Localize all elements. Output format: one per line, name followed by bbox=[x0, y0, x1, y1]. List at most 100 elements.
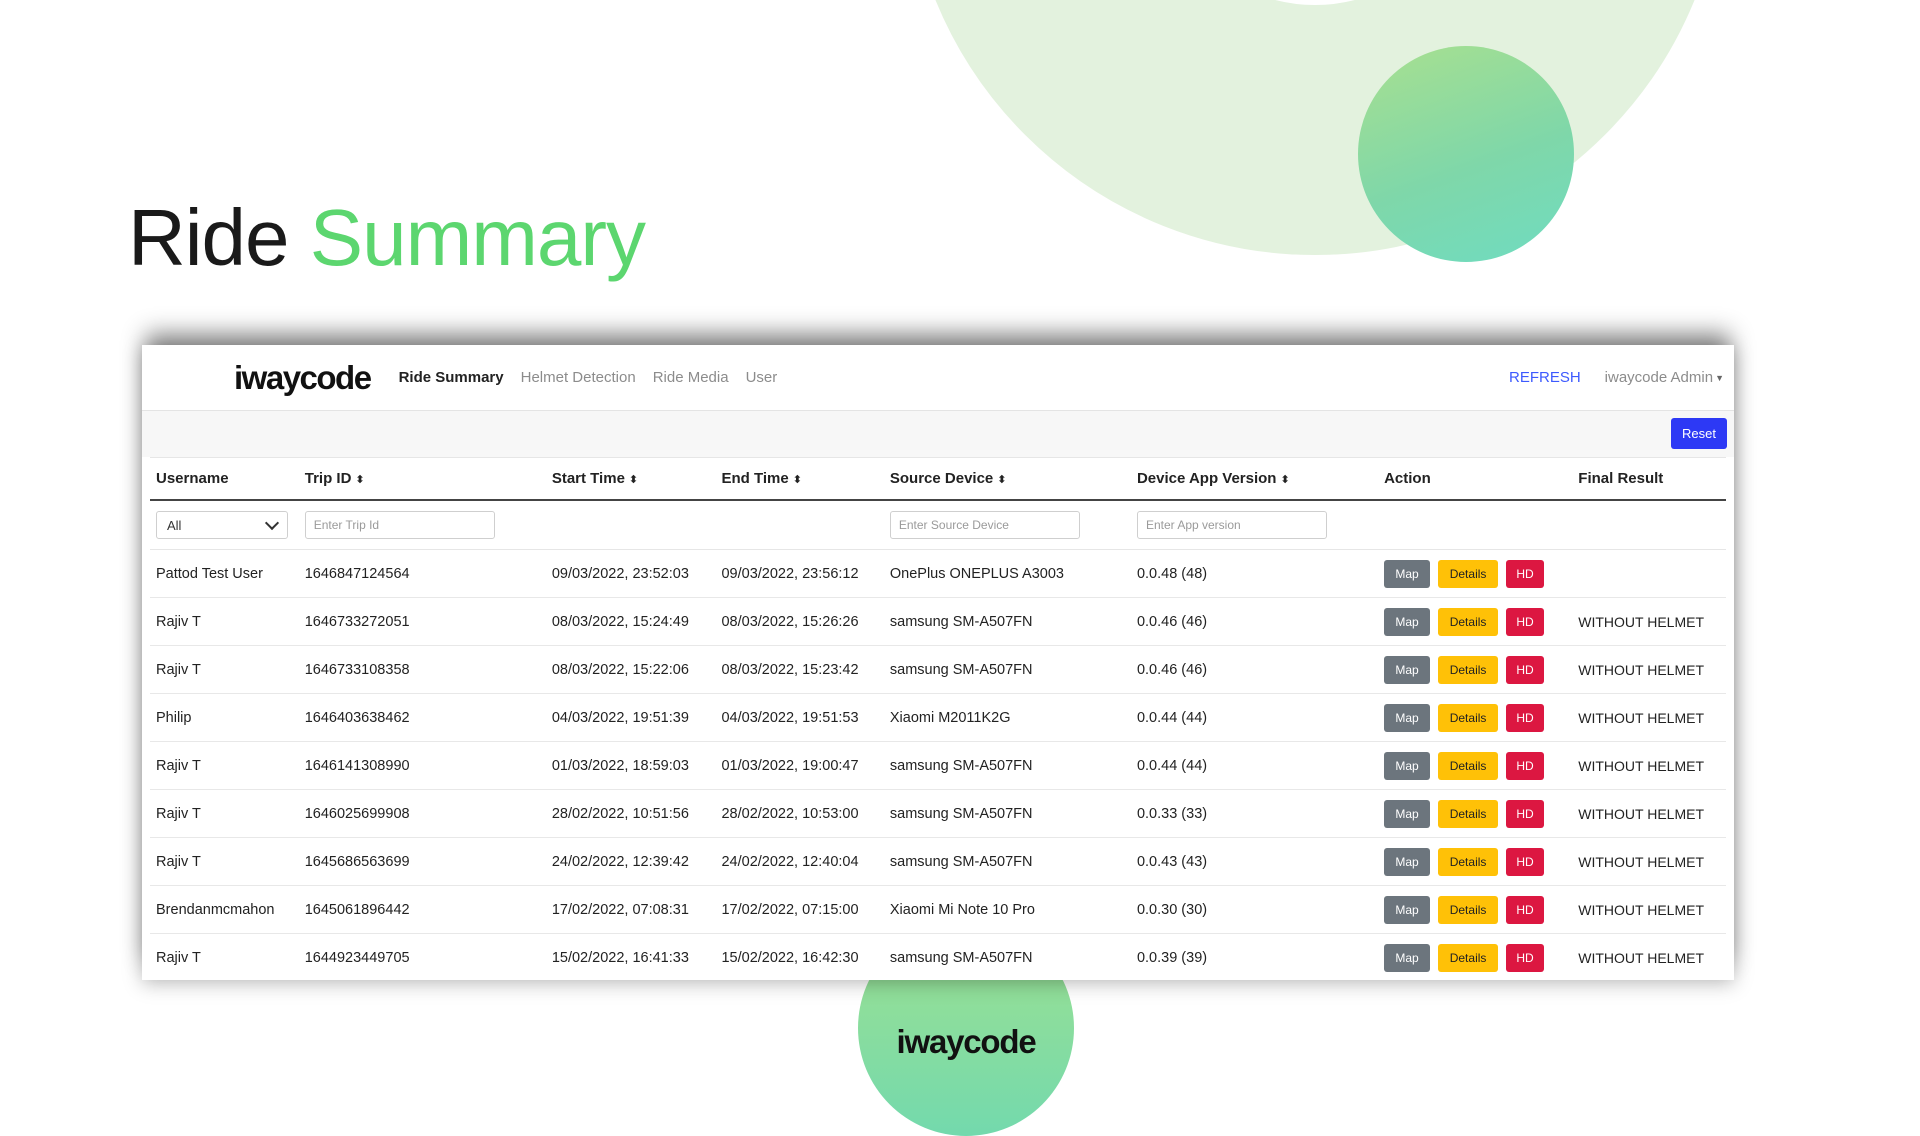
nav-helmet-detection[interactable]: Helmet Detection bbox=[521, 369, 636, 386]
hd-button[interactable]: HD bbox=[1506, 655, 1545, 684]
details-button[interactable]: Details bbox=[1438, 895, 1499, 924]
ride-summary-table: Username Trip ID ⬍ Start Time ⬍ End Time ⬍ … bbox=[150, 457, 1726, 980]
table-container: Username Trip ID ⬍ Start Time ⬍ End Time ⬍ … bbox=[150, 457, 1726, 980]
cell-trip-id: 1646847124564 bbox=[298, 549, 546, 598]
table-row: Rajiv T 1646733108358 08/03/2022, 15:22:06… bbox=[150, 645, 1726, 694]
cell-username: Rajiv T bbox=[150, 597, 299, 646]
map-button[interactable]: Map bbox=[1384, 943, 1431, 972]
details-button[interactable]: Details bbox=[1438, 607, 1499, 636]
nav-ride-summary[interactable]: Ride Summary bbox=[399, 369, 504, 386]
cell-trip-id: 1644923449705 bbox=[298, 933, 546, 980]
map-button[interactable]: Map bbox=[1384, 607, 1431, 636]
sort-icon[interactable]: ⬍ bbox=[355, 474, 364, 486]
user-menu[interactable]: iwaycode Admin ▼ bbox=[1605, 369, 1724, 386]
map-button[interactable]: Map bbox=[1384, 655, 1431, 684]
reset-button[interactable]: Reset bbox=[1671, 418, 1727, 449]
sort-icon[interactable]: ⬍ bbox=[629, 474, 638, 486]
table-row: Rajiv T 1646141308990 01/03/2022, 18:59:03… bbox=[150, 741, 1726, 790]
sort-icon[interactable]: ⬍ bbox=[997, 474, 1006, 486]
cell-app-version: 0.0.30 (30) bbox=[1130, 885, 1379, 934]
cell-final-result: WITHOUT HELMET bbox=[1572, 693, 1726, 742]
cell-actions: Map Details HD bbox=[1378, 885, 1573, 934]
hd-button[interactable]: HD bbox=[1506, 943, 1545, 972]
map-button[interactable]: Map bbox=[1384, 751, 1431, 780]
cell-app-version: 0.0.46 (46) bbox=[1130, 645, 1379, 694]
details-button[interactable]: Details bbox=[1438, 703, 1499, 732]
navbar: iwaycode Ride Summary Helmet Detection R… bbox=[142, 345, 1734, 411]
cell-end-time: 28/02/2022, 10:53:00 bbox=[715, 789, 884, 838]
details-button[interactable]: Details bbox=[1438, 751, 1499, 780]
table-row: Rajiv T 1646733272051 08/03/2022, 15:24:49… bbox=[150, 597, 1726, 646]
header-trip-id[interactable]: Trip ID ⬍ bbox=[298, 457, 546, 501]
nav-user[interactable]: User bbox=[746, 369, 778, 386]
cell-app-version: 0.0.33 (33) bbox=[1130, 789, 1379, 838]
cell-trip-id: 1646733272051 bbox=[298, 597, 546, 646]
table-row: Philip 1646403638462 04/03/2022, 19:51:39 0… bbox=[150, 693, 1726, 742]
details-button[interactable]: Details bbox=[1438, 943, 1499, 972]
cell-final-result: WITHOUT HELMET bbox=[1572, 741, 1726, 790]
caret-down-icon: ▼ bbox=[1715, 372, 1724, 383]
cell-username: Rajiv T bbox=[150, 645, 299, 694]
cell-app-version: 0.0.48 (48) bbox=[1130, 549, 1379, 598]
nav-ride-media[interactable]: Ride Media bbox=[653, 369, 729, 386]
map-button[interactable]: Map bbox=[1384, 895, 1431, 924]
details-button[interactable]: Details bbox=[1438, 559, 1499, 588]
cell-app-version: 0.0.44 (44) bbox=[1130, 741, 1379, 790]
details-button[interactable]: Details bbox=[1438, 847, 1499, 876]
sort-icon[interactable]: ⬍ bbox=[793, 474, 802, 486]
page-title-primary: Ride bbox=[128, 193, 290, 282]
header-source-device[interactable]: Source Device ⬍ bbox=[883, 457, 1131, 501]
hd-button[interactable]: HD bbox=[1506, 559, 1545, 588]
cell-source-device: samsung SM-A507FN bbox=[883, 837, 1131, 886]
hd-button[interactable]: HD bbox=[1506, 607, 1545, 636]
cell-trip-id: 1646403638462 bbox=[298, 693, 546, 742]
cell-actions: Map Details HD bbox=[1378, 645, 1573, 694]
brand-logo[interactable]: iwaycode bbox=[234, 359, 372, 397]
cell-start-time: 15/02/2022, 16:41:33 bbox=[545, 933, 716, 980]
username-filter-select[interactable]: All bbox=[156, 511, 288, 539]
cell-source-device: samsung SM-A507FN bbox=[883, 789, 1131, 838]
header-end-time[interactable]: End Time ⬍ bbox=[715, 457, 884, 501]
hd-button[interactable]: HD bbox=[1506, 799, 1545, 828]
app-version-filter-input[interactable] bbox=[1136, 511, 1327, 539]
decorative-circle-top bbox=[1358, 46, 1574, 262]
cell-source-device: Xiaomi M2011K2G bbox=[883, 693, 1131, 742]
hd-button[interactable]: HD bbox=[1506, 751, 1545, 780]
cell-start-time: 08/03/2022, 15:24:49 bbox=[545, 597, 716, 646]
cell-start-time: 17/02/2022, 07:08:31 bbox=[545, 885, 716, 934]
cell-username: Rajiv T bbox=[150, 789, 299, 838]
table-row: Brendanmcmahon 1645061896442 17/02/2022, 0… bbox=[150, 885, 1726, 934]
header-app-version[interactable]: Device App Version ⬍ bbox=[1130, 457, 1379, 501]
cell-final-result: WITHOUT HELMET bbox=[1572, 885, 1726, 934]
hd-button[interactable]: HD bbox=[1506, 703, 1545, 732]
table-row: Rajiv T 1646025699908 28/02/2022, 10:51:56… bbox=[150, 789, 1726, 838]
header-start-time[interactable]: Start Time ⬍ bbox=[545, 457, 716, 501]
cell-final-result: WITHOUT HELMET bbox=[1572, 597, 1726, 646]
decorative-ring bbox=[905, 0, 1725, 255]
cell-start-time: 09/03/2022, 23:52:03 bbox=[545, 549, 716, 598]
sort-icon[interactable]: ⬍ bbox=[1280, 474, 1289, 486]
source-device-filter-input[interactable] bbox=[889, 511, 1080, 539]
details-button[interactable]: Details bbox=[1438, 799, 1499, 828]
cell-source-device: samsung SM-A507FN bbox=[883, 741, 1131, 790]
cell-actions: Map Details HD bbox=[1378, 549, 1573, 598]
refresh-link[interactable]: REFRESH bbox=[1509, 369, 1581, 386]
cell-final-result: WITHOUT HELMET bbox=[1572, 789, 1726, 838]
details-button[interactable]: Details bbox=[1438, 655, 1499, 684]
cell-app-version: 0.0.39 (39) bbox=[1130, 933, 1379, 980]
cell-end-time: 08/03/2022, 15:23:42 bbox=[715, 645, 884, 694]
hd-button[interactable]: HD bbox=[1506, 895, 1545, 924]
table-row: Pattod Test User 1646847124564 09/03/2022,… bbox=[150, 549, 1726, 598]
cell-username: Rajiv T bbox=[150, 741, 299, 790]
cell-app-version: 0.0.44 (44) bbox=[1130, 693, 1379, 742]
cell-trip-id: 1645061896442 bbox=[298, 885, 546, 934]
map-button[interactable]: Map bbox=[1384, 847, 1431, 876]
cell-actions: Map Details HD bbox=[1378, 741, 1573, 790]
hd-button[interactable]: HD bbox=[1506, 847, 1545, 876]
map-button[interactable]: Map bbox=[1384, 559, 1431, 588]
trip-id-filter-input[interactable] bbox=[304, 511, 495, 539]
cell-final-result: WITHOUT HELMET bbox=[1572, 645, 1726, 694]
map-button[interactable]: Map bbox=[1384, 799, 1431, 828]
map-button[interactable]: Map bbox=[1384, 703, 1431, 732]
table-header-row: Username Trip ID ⬍ Start Time ⬍ End Time ⬍ … bbox=[150, 457, 1726, 501]
